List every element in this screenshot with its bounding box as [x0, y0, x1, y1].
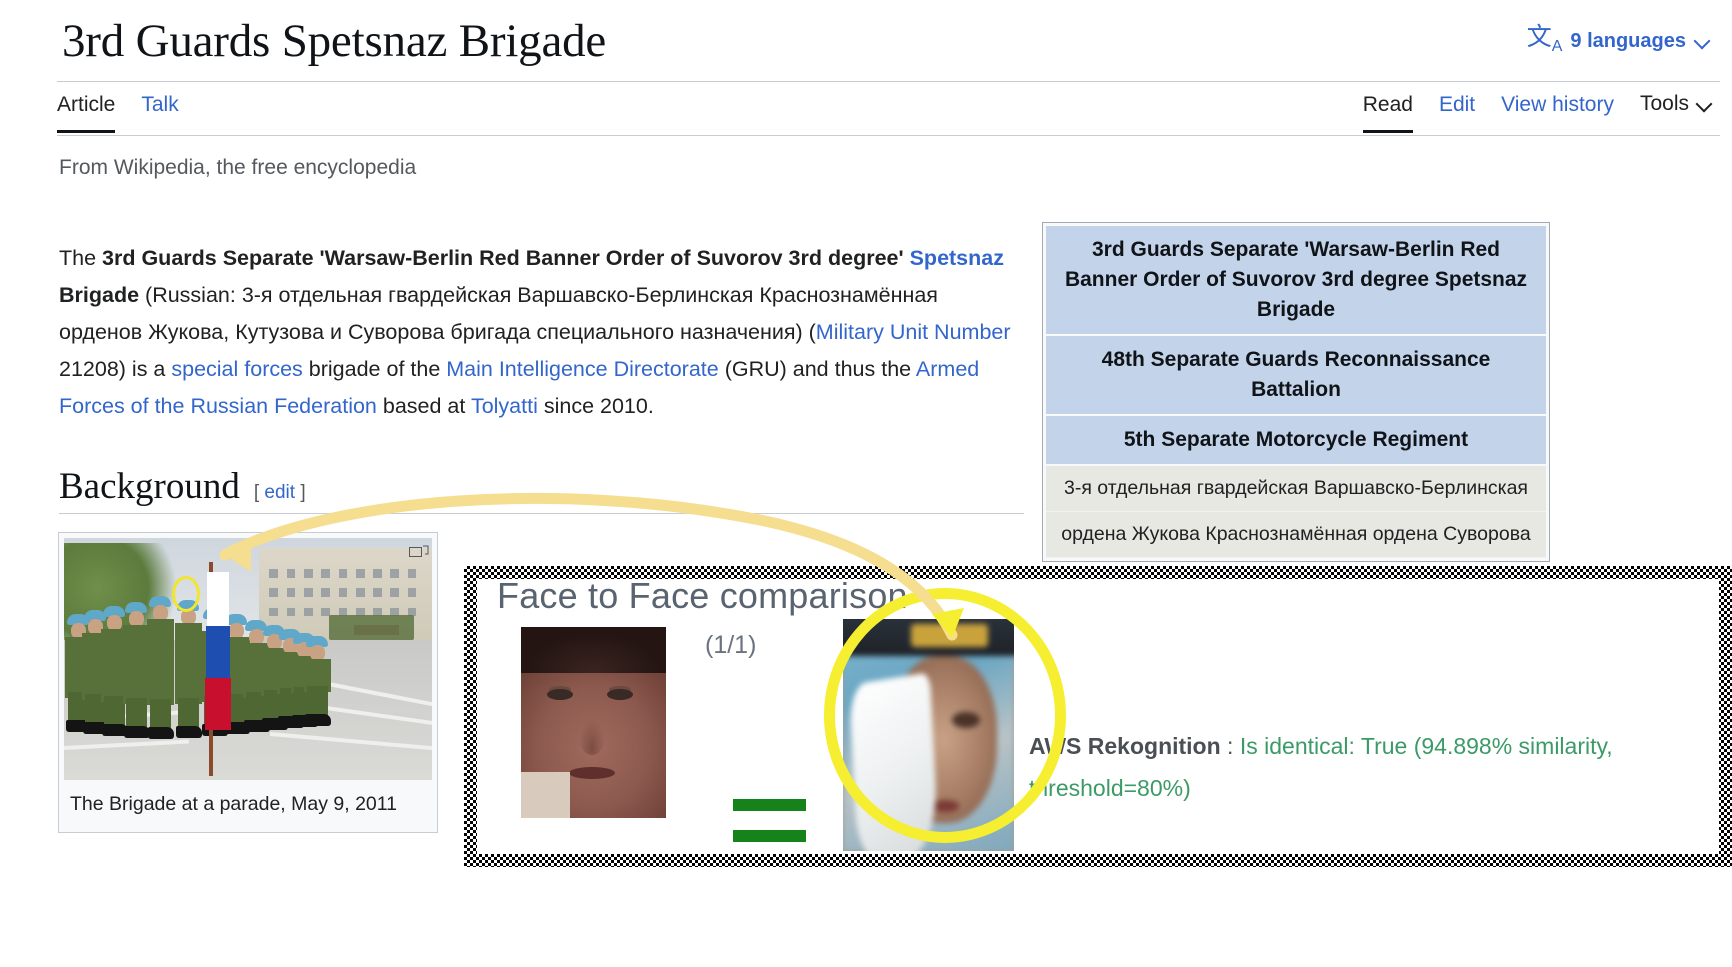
- photo-soldier-rank: [64, 594, 331, 744]
- figure-parade-photo[interactable]: The Brigade at a parade, May 9, 2011: [58, 532, 438, 833]
- tab-article[interactable]: Article: [57, 92, 116, 133]
- lead-t2: (Russian: 3-я отдельная гвардейская Варш…: [59, 282, 938, 344]
- tab-edit[interactable]: Edit: [1439, 92, 1475, 130]
- recognition-result: AWS Rekognition : Is identical: True (94…: [1029, 725, 1719, 809]
- lead-t3: 21208) is a: [59, 356, 172, 381]
- face-to-face-title: Face to Face comparison: [497, 579, 908, 616]
- figure-caption: The Brigade at a parade, May 9, 2011: [70, 793, 398, 815]
- chevron-down-icon: [1696, 96, 1712, 112]
- view-tabs: Read Edit View history Tools: [1362, 92, 1712, 133]
- lead-t5: (GRU) and thus the: [718, 356, 916, 381]
- infobox-row-0: 3rd Guards Separate 'Warsaw-Berlin Red B…: [1046, 226, 1546, 336]
- section-heading-background: Background [ edit ]: [59, 465, 1024, 509]
- photo-flag-blue: [206, 626, 230, 678]
- equals-sign-icon: [733, 799, 806, 854]
- parade-photo-image: [64, 538, 432, 780]
- section-title: Background: [59, 466, 240, 507]
- comparison-counter: (1/1): [705, 631, 757, 659]
- lead-paragraph: The 3rd Guards Separate 'Warsaw-Berlin R…: [59, 240, 1024, 425]
- language-icon: 文A: [1526, 23, 1563, 55]
- edit-bracket-open: [: [253, 482, 265, 503]
- infobox-subrow-0: 3-я отдельная гвардейская Варшавско-Берл…: [1046, 466, 1546, 512]
- link-special-forces[interactable]: special forces: [171, 357, 302, 381]
- recognition-separator: :: [1220, 733, 1240, 759]
- lead-t7: since 2010.: [537, 393, 654, 418]
- tools-label: Tools: [1639, 92, 1689, 115]
- link-military-unit-number[interactable]: Military Unit Number: [816, 320, 1011, 344]
- candidate-face-photo: [843, 619, 1014, 851]
- lead-t1: The: [59, 245, 103, 270]
- language-selector-button[interactable]: 文A 9 languages: [1526, 23, 1710, 56]
- lead-t6: based at: [376, 393, 471, 418]
- infobox: 3rd Guards Separate 'Warsaw-Berlin Red B…: [1042, 222, 1550, 562]
- section-edit-link: [ edit ]: [254, 482, 306, 504]
- edit-bracket-close: ]: [295, 482, 306, 503]
- wikipedia-article-page: 3rd Guards Spetsnaz Brigade 文A 9 languag…: [0, 0, 1732, 967]
- lead-t4: brigade of the: [302, 356, 447, 381]
- chevron-down-icon: [1694, 33, 1710, 49]
- photo-flag-white: [207, 572, 229, 626]
- recognition-provider-label: AWS Rekognition: [1029, 733, 1221, 759]
- title-divider: [57, 81, 1720, 82]
- page-header: 3rd Guards Spetsnaz Brigade 文A 9 languag…: [0, 0, 1732, 88]
- siteline: From Wikipedia, the free encyclopedia: [59, 156, 417, 179]
- tabs-divider: [57, 135, 1720, 136]
- page-title: 3rd Guards Spetsnaz Brigade: [62, 15, 607, 67]
- tab-talk[interactable]: Talk: [141, 92, 178, 130]
- tab-view-history[interactable]: View history: [1501, 92, 1614, 130]
- reference-face-photo: [521, 627, 666, 818]
- expand-thumbnail-icon[interactable]: [409, 543, 429, 561]
- tools-dropdown-button[interactable]: Tools: [1640, 92, 1712, 128]
- link-spetsnaz[interactable]: Spetsnaz: [910, 246, 1004, 270]
- edit-link[interactable]: edit: [264, 482, 295, 503]
- lead-bold-2: Brigade: [59, 282, 140, 307]
- photo-distant-troops: [328, 615, 414, 640]
- article-content: The 3rd Guards Separate 'Warsaw-Berlin R…: [59, 218, 1024, 446]
- face-to-face-panel-body: Face to Face comparison (1/1) AWS Rekogn…: [477, 579, 1719, 854]
- article-tabs-bar: Article Talk Read Edit View history Tool…: [0, 92, 1732, 140]
- link-tolyatti[interactable]: Tolyatti: [471, 394, 538, 418]
- section-divider: [59, 513, 1024, 514]
- infobox-row-2: 5th Separate Motorcycle Regiment: [1046, 416, 1546, 466]
- infobox-row-1: 48th Separate Guards Reconnaissance Batt…: [1046, 336, 1546, 416]
- face-to-face-comparison-panel: Face to Face comparison (1/1) AWS Rekogn…: [464, 566, 1732, 867]
- photo-flag-red: [205, 678, 231, 730]
- link-main-intelligence-directorate[interactable]: Main Intelligence Directorate: [446, 357, 718, 381]
- lead-bold-1: 3rd Guards Separate 'Warsaw-Berlin Red B…: [102, 245, 910, 270]
- infobox-subrow-1: ордена Жукова Краснознамённая ордена Сув…: [1046, 512, 1546, 558]
- yellow-circle-highlight-icon: [172, 576, 200, 612]
- tab-read[interactable]: Read: [1362, 92, 1413, 133]
- namespace-tabs: Article Talk: [57, 92, 179, 133]
- languages-count-label: 9 languages: [1570, 29, 1686, 52]
